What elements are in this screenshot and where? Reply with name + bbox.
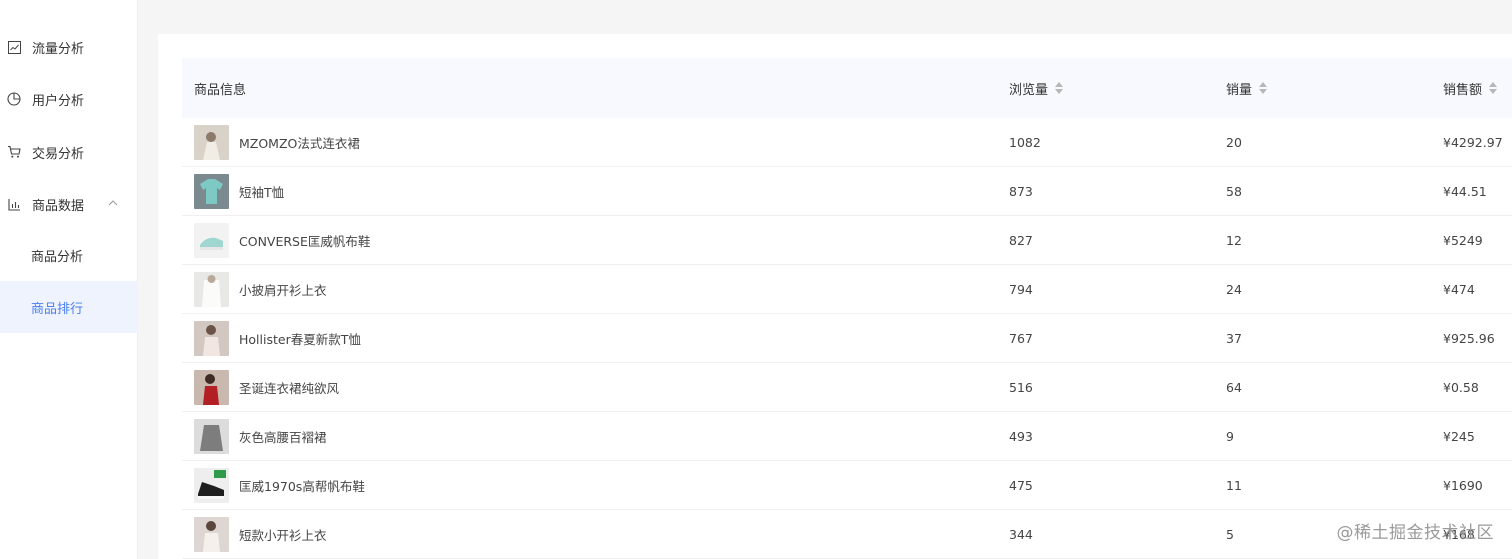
table-row[interactable]: 圣诞连衣裙纯欲风 516 64 ¥0.58	[182, 363, 1512, 412]
table-row[interactable]: 灰色高腰百褶裙 493 9 ¥245	[182, 412, 1512, 461]
product-thumbnail	[194, 370, 229, 405]
product-name: 匡威1970s高帮帆布鞋	[239, 479, 365, 494]
product-name: Hollister春夏新款T恤	[239, 332, 361, 347]
revenue-value: ¥925.96	[1443, 331, 1495, 346]
revenue-value: ¥5249	[1443, 233, 1483, 248]
menu-item-label: 交易分析	[32, 146, 85, 162]
table-header: 商品信息 浏览量 销量 销售额	[182, 58, 1512, 118]
menu-item-label: 流量分析	[32, 41, 85, 57]
product-name: 短袖T恤	[239, 185, 285, 200]
revenue-value: ¥0.58	[1443, 380, 1479, 395]
sidebar: 流量分析 用户分析 交易分析 商品数据 商品分析 商品排行	[0, 0, 138, 559]
views-value: 493	[1009, 429, 1033, 444]
views-value: 873	[1009, 184, 1033, 199]
product-thumbnail	[194, 468, 229, 503]
chevron-up-icon	[106, 196, 120, 210]
views-value: 794	[1009, 282, 1033, 297]
revenue-value: ¥4292.97	[1443, 135, 1503, 150]
shopping-cart-icon	[7, 145, 21, 159]
views-value: 767	[1009, 331, 1033, 346]
product-thumbnail	[194, 272, 229, 307]
table-row[interactable]: MZOMZO法式连衣裙 1082 20 ¥4292.97	[182, 118, 1512, 167]
product-name: 短款小开衫上衣	[239, 528, 327, 543]
views-value: 475	[1009, 478, 1033, 493]
column-header-sales[interactable]: 销量	[1226, 58, 1268, 118]
revenue-value: ¥1690	[1443, 478, 1483, 493]
product-thumbnail	[194, 125, 229, 160]
table-row[interactable]: CONVERSE匡威帆布鞋 827 12 ¥5249	[182, 216, 1512, 265]
product-name: MZOMZO法式连衣裙	[239, 136, 360, 151]
product-name: 灰色高腰百褶裙	[239, 430, 327, 445]
menu-item-user-analysis[interactable]: 用户分析	[0, 73, 138, 125]
product-name: 小披肩开衫上衣	[239, 283, 327, 298]
line-chart-icon	[7, 40, 21, 54]
views-value: 827	[1009, 233, 1033, 248]
product-thumbnail	[194, 321, 229, 356]
sales-value: 58	[1226, 184, 1242, 199]
column-header-views[interactable]: 浏览量	[1009, 58, 1064, 118]
table-row[interactable]: 匡威1970s高帮帆布鞋 475 11 ¥1690	[182, 461, 1512, 510]
sort-icon[interactable]	[1054, 81, 1064, 95]
product-thumbnail	[194, 517, 229, 552]
sales-value: 64	[1226, 380, 1242, 395]
submenu-item-label: 商品分析	[31, 249, 84, 265]
sort-icon[interactable]	[1258, 81, 1268, 95]
views-value: 516	[1009, 380, 1033, 395]
revenue-value: ¥44.51	[1443, 184, 1487, 199]
menu-item-trade-analysis[interactable]: 交易分析	[0, 126, 138, 178]
submenu-item-product-ranking[interactable]: 商品排行	[0, 281, 138, 333]
product-thumbnail	[194, 174, 229, 209]
bar-chart-icon	[7, 197, 21, 211]
menu-item-label: 商品数据	[32, 198, 85, 214]
table-row[interactable]: 短袖T恤 873 58 ¥44.51	[182, 167, 1512, 216]
submenu-item-product-analysis[interactable]: 商品分析	[0, 229, 138, 281]
sales-value: 5	[1226, 527, 1234, 542]
column-header-revenue[interactable]: 销售额	[1443, 58, 1498, 118]
sales-value: 11	[1226, 478, 1242, 493]
sales-value: 24	[1226, 282, 1242, 297]
sales-value: 12	[1226, 233, 1242, 248]
views-value: 344	[1009, 527, 1033, 542]
pie-chart-icon	[7, 92, 21, 106]
sales-value: 9	[1226, 429, 1234, 444]
menu-item-traffic-analysis[interactable]: 流量分析	[0, 21, 138, 73]
menu-item-product-data[interactable]: 商品数据	[0, 178, 138, 230]
product-name: CONVERSE匡威帆布鞋	[239, 234, 371, 249]
submenu-item-label: 商品排行	[31, 301, 84, 317]
views-value: 1082	[1009, 135, 1041, 150]
menu-item-label: 用户分析	[32, 93, 85, 109]
product-name: 圣诞连衣裙纯欲风	[239, 381, 340, 396]
revenue-value: ¥474	[1443, 282, 1475, 297]
column-header-product: 商品信息	[194, 82, 247, 98]
table-row[interactable]: 小披肩开衫上衣 794 24 ¥474	[182, 265, 1512, 314]
content-card: 商品信息 浏览量 销量 销售额 MZOMZO法式连衣裙 1082 20 ¥429…	[158, 34, 1512, 559]
table-row[interactable]: Hollister春夏新款T恤 767 37 ¥925.96	[182, 314, 1512, 363]
sales-value: 37	[1226, 331, 1242, 346]
table-row[interactable]: 短款小开衫上衣 344 5 ¥168	[182, 510, 1512, 559]
product-thumbnail	[194, 223, 229, 258]
revenue-value: ¥245	[1443, 429, 1475, 444]
watermark: @稀土掘金技术社区	[1336, 523, 1494, 543]
product-thumbnail	[194, 419, 229, 454]
sort-icon[interactable]	[1488, 81, 1498, 95]
sales-value: 20	[1226, 135, 1242, 150]
